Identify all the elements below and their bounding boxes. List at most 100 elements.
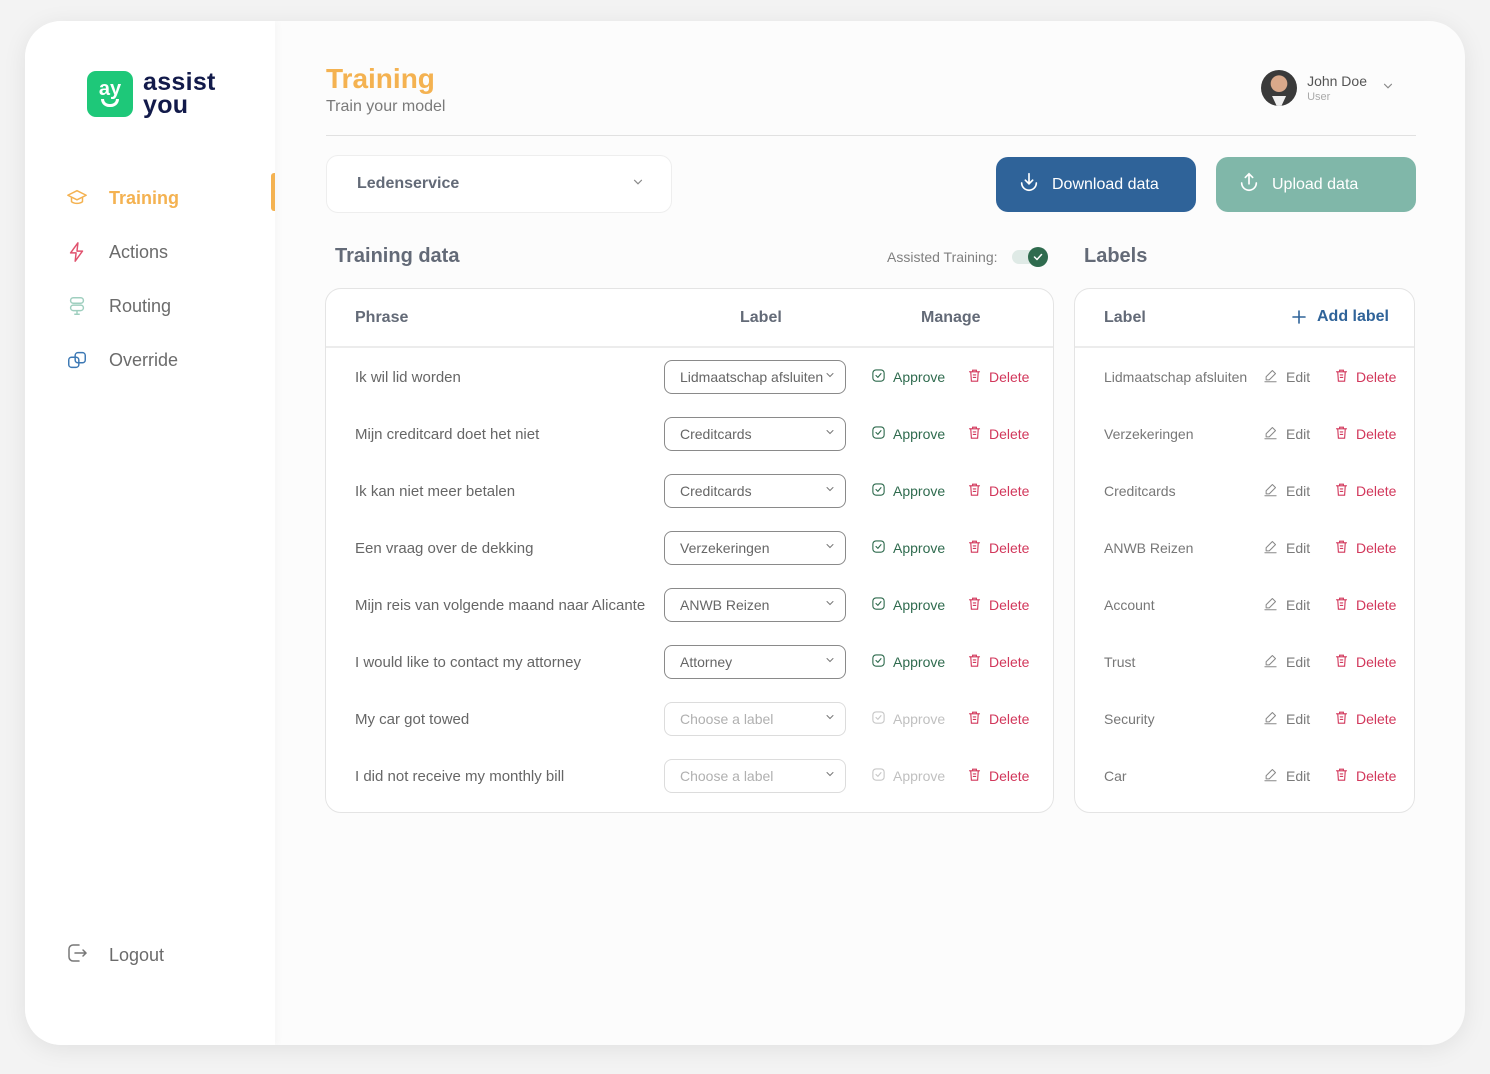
lightning-icon bbox=[65, 240, 89, 264]
delete-button[interactable]: Delete bbox=[1327, 767, 1396, 785]
label-select-value: Verzekeringen bbox=[680, 540, 770, 556]
delete-label: Delete bbox=[989, 768, 1030, 784]
label-name: Account bbox=[1104, 597, 1155, 613]
edit-button[interactable]: Edit bbox=[1255, 425, 1310, 443]
add-label-button[interactable]: Add label bbox=[1291, 308, 1389, 326]
delete-button[interactable]: Delete bbox=[1327, 539, 1396, 557]
chevron-down-icon bbox=[824, 482, 836, 500]
check-icon bbox=[1027, 247, 1048, 267]
check-square-icon bbox=[871, 482, 886, 500]
trash-icon bbox=[1334, 539, 1349, 557]
check-square-icon bbox=[871, 596, 886, 614]
edit-button[interactable]: Edit bbox=[1255, 710, 1310, 728]
delete-button[interactable]: Delete bbox=[1327, 596, 1396, 614]
approve-button[interactable]: Approve bbox=[871, 368, 945, 386]
assisted-training-label: Assisted Training: bbox=[887, 249, 998, 265]
check-square-icon bbox=[871, 539, 886, 557]
label-select[interactable]: Choose a label bbox=[664, 702, 846, 736]
trash-icon bbox=[967, 767, 982, 785]
chevron-down-icon bbox=[824, 653, 836, 671]
trash-icon bbox=[967, 596, 982, 614]
trash-icon bbox=[1334, 425, 1349, 443]
assisted-training: Assisted Training: bbox=[887, 247, 1048, 267]
pencil-icon bbox=[1263, 653, 1278, 671]
approve-button[interactable]: Approve bbox=[871, 596, 945, 614]
sidebar-item-routing[interactable]: Routing bbox=[65, 279, 275, 333]
approve-button[interactable]: Approve bbox=[871, 710, 945, 728]
download-data-button[interactable]: Download data bbox=[996, 157, 1196, 212]
sidebar-item-training[interactable]: Training bbox=[65, 171, 275, 225]
trash-icon bbox=[967, 710, 982, 728]
approve-button[interactable]: Approve bbox=[871, 653, 945, 671]
delete-button[interactable]: Delete bbox=[1327, 653, 1396, 671]
edit-button[interactable]: Edit bbox=[1255, 767, 1310, 785]
pencil-icon bbox=[1263, 539, 1278, 557]
delete-button[interactable]: Delete bbox=[1327, 710, 1396, 728]
approve-button[interactable]: Approve bbox=[871, 539, 945, 557]
trash-icon bbox=[1334, 710, 1349, 728]
edit-button[interactable]: Edit bbox=[1255, 539, 1310, 557]
training-data-title: Training data bbox=[335, 245, 460, 267]
label-select[interactable]: Verzekeringen bbox=[664, 531, 846, 565]
edit-button[interactable]: Edit bbox=[1255, 653, 1310, 671]
logout-button[interactable]: Logout bbox=[65, 941, 164, 970]
label-row: ANWB Reizen Edit Delete bbox=[1075, 522, 1414, 579]
header-divider bbox=[326, 135, 1416, 136]
sidebar-nav: Training Actions Routing Override bbox=[65, 171, 275, 387]
user-name: John Doe bbox=[1307, 73, 1367, 89]
label-name: Creditcards bbox=[1104, 483, 1176, 499]
edit-button[interactable]: Edit bbox=[1255, 596, 1310, 614]
delete-button[interactable]: Delete bbox=[967, 482, 1029, 500]
delete-button[interactable]: Delete bbox=[967, 425, 1029, 443]
delete-button[interactable]: Delete bbox=[967, 368, 1029, 386]
approve-button[interactable]: Approve bbox=[871, 425, 945, 443]
user-menu[interactable]: John Doe User bbox=[1261, 70, 1395, 106]
delete-label: Delete bbox=[989, 711, 1030, 727]
check-square-icon bbox=[871, 767, 886, 785]
trash-icon bbox=[967, 368, 982, 386]
label-select[interactable]: Creditcards bbox=[664, 474, 846, 508]
logo-text: assist you bbox=[143, 70, 216, 118]
delete-button[interactable]: Delete bbox=[967, 539, 1029, 557]
label-name: Verzekeringen bbox=[1104, 426, 1194, 442]
labels-header: Label Add label bbox=[1075, 289, 1414, 348]
label-select[interactable]: ANWB Reizen bbox=[664, 588, 846, 622]
phrase-text: My car got towed bbox=[355, 711, 470, 728]
label-select[interactable]: Attorney bbox=[664, 645, 846, 679]
delete-button[interactable]: Delete bbox=[1327, 482, 1396, 500]
delete-button[interactable]: Delete bbox=[1327, 368, 1396, 386]
channel-select[interactable]: Ledenservice bbox=[326, 155, 672, 213]
trash-icon bbox=[967, 653, 982, 671]
delete-button[interactable]: Delete bbox=[967, 710, 1029, 728]
trash-icon bbox=[967, 482, 982, 500]
sidebar-item-override[interactable]: Override bbox=[65, 333, 275, 387]
sidebar-item-label: Training bbox=[109, 187, 180, 208]
label-select[interactable]: Creditcards bbox=[664, 417, 846, 451]
delete-button[interactable]: Delete bbox=[967, 653, 1029, 671]
download-icon bbox=[1018, 171, 1040, 198]
sidebar-item-actions[interactable]: Actions bbox=[65, 225, 275, 279]
delete-button[interactable]: Delete bbox=[967, 596, 1029, 614]
label-select-value: Choose a label bbox=[680, 768, 774, 784]
delete-label: Delete bbox=[989, 654, 1030, 670]
edit-button[interactable]: Edit bbox=[1255, 368, 1310, 386]
edit-button[interactable]: Edit bbox=[1255, 482, 1310, 500]
delete-label: Delete bbox=[989, 426, 1030, 442]
chevron-down-icon bbox=[824, 767, 836, 785]
logo-mark-text: ay bbox=[98, 78, 122, 100]
app-window: ay assist you Training Actions Routing O… bbox=[25, 21, 1465, 1045]
trash-icon bbox=[967, 425, 982, 443]
delete-button[interactable]: Delete bbox=[1327, 425, 1396, 443]
delete-button[interactable]: Delete bbox=[967, 767, 1029, 785]
upload-data-button[interactable]: Upload data bbox=[1216, 157, 1416, 212]
label-name: Security bbox=[1104, 711, 1155, 727]
label-select[interactable]: Choose a label bbox=[664, 759, 846, 793]
column-header-label: Label bbox=[740, 309, 782, 326]
edit-label: Edit bbox=[1286, 540, 1311, 556]
approve-button[interactable]: Approve bbox=[871, 767, 945, 785]
edit-label: Edit bbox=[1286, 483, 1311, 499]
assisted-training-toggle[interactable] bbox=[1011, 247, 1048, 267]
approve-label: Approve bbox=[893, 540, 946, 556]
label-select[interactable]: Lidmaatschap afsluiten bbox=[664, 360, 846, 394]
approve-button[interactable]: Approve bbox=[871, 482, 945, 500]
